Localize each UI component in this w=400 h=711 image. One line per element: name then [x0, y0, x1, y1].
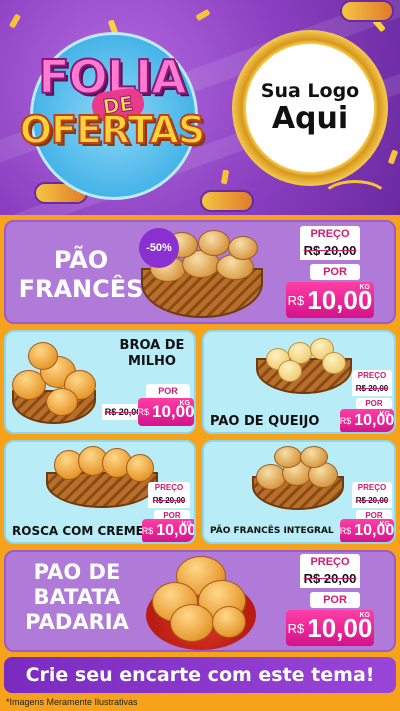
- new-price: R$ 10,00 KG: [286, 282, 374, 318]
- title-ofertas: OFERTAS: [19, 107, 207, 153]
- disclaimer-text: *Imagens Meramente Ilustrativas: [6, 697, 138, 707]
- por-label: POR: [310, 592, 360, 608]
- price-label: PREÇO: [148, 482, 190, 494]
- product-name: PÃO FRANCÊS INTEGRAL: [210, 526, 334, 536]
- por-label: POR: [356, 398, 392, 409]
- unit-kg: KG: [379, 411, 391, 418]
- currency: R$: [137, 407, 149, 417]
- bread-roll: [198, 230, 230, 256]
- old-price: R$ 20,00: [300, 242, 360, 260]
- price-label: PREÇO: [352, 370, 392, 382]
- old-price: R$ 20,00: [352, 382, 392, 396]
- carnival-mask-icon: [200, 190, 254, 212]
- cheese-bread: [322, 352, 346, 374]
- batata-bun: [170, 604, 214, 642]
- discount-badge: -50%: [139, 228, 179, 268]
- por-label: POR: [310, 264, 360, 280]
- unit-kg: KG: [179, 400, 191, 407]
- unit-kg: KG: [181, 521, 193, 528]
- unit-kg: KG: [359, 612, 371, 619]
- broa-bun: [28, 342, 58, 370]
- cta-banner[interactable]: Crie seu encarte com este tema!: [4, 657, 396, 693]
- old-price: R$ 20,00: [352, 494, 392, 508]
- logo-text-line2: Aqui: [271, 101, 349, 136]
- confetti: [8, 13, 22, 29]
- carnival-mask-icon: [340, 0, 394, 22]
- product-name: BROA DE MILHO: [119, 338, 185, 369]
- new-price: R$ 10,00 KG: [141, 519, 194, 542]
- cheese-bread: [278, 360, 302, 382]
- unit-kg: KG: [379, 521, 391, 528]
- streamer: [320, 180, 390, 215]
- product-card-pao-de-queijo[interactable]: PREÇO R$ 20,00 POR PAO DE QUEIJO R$ 10,0…: [202, 330, 396, 434]
- new-price: R$ 10,00 KG: [339, 519, 394, 542]
- old-price: R$ 20,00: [300, 570, 360, 588]
- confetti: [387, 149, 399, 165]
- bread-roll: [228, 236, 258, 260]
- bread-roll: [274, 446, 302, 468]
- product-name: PÃO FRANCÊS: [18, 246, 144, 303]
- unit-kg: KG: [359, 284, 371, 291]
- logo-text-line1: Sua Logo: [260, 80, 360, 102]
- product-card-pao-de-batata[interactable]: PAO DE BATATA PADARIA PREÇO R$ 20,00 POR…: [4, 550, 396, 652]
- product-card-rosca-com-creme[interactable]: PREÇO R$ 20,00 POR ROSCA COM CREME R$ 10…: [4, 440, 196, 544]
- header-banner: FOLIA DE OFERTAS Sua Logo Aqui: [0, 0, 400, 215]
- currency: R$: [287, 292, 305, 308]
- bread-roll: [300, 446, 328, 468]
- old-price: R$ 20,00: [148, 494, 190, 508]
- price-label: PREÇO: [300, 554, 360, 570]
- streamer: [150, 0, 210, 30]
- broa-bun: [46, 388, 78, 416]
- rosca-segment: [126, 454, 154, 482]
- new-price: R$ 10,00 KG: [286, 610, 374, 646]
- currency: R$: [287, 620, 305, 636]
- confetti: [220, 169, 230, 185]
- new-price: R$ 10,00 KG: [339, 409, 394, 432]
- logo-placeholder[interactable]: Sua Logo Aqui: [246, 44, 374, 172]
- product-name: PAO DE QUEIJO: [210, 414, 320, 429]
- batata-bun: [212, 606, 246, 638]
- product-card-pao-frances-integral[interactable]: PREÇO R$ 20,00 POR PÃO FRANCÊS INTEGRAL …: [202, 440, 396, 544]
- product-card-pao-frances[interactable]: PÃO FRANCÊS -50% PREÇO R$ 20,00 POR R$ 1…: [4, 220, 396, 324]
- product-name: PAO DE BATATA PADARIA: [25, 560, 129, 635]
- new-price: R$ 10,00 KG: [137, 398, 194, 426]
- currency: R$: [141, 526, 154, 536]
- product-card-broa-de-milho[interactable]: BROA DE MILHO POR R$ 20,00 R$ 10,00 KG: [4, 330, 196, 434]
- product-name: ROSCA COM CREME: [12, 524, 144, 538]
- bread-roll: [256, 464, 286, 490]
- price-label: PREÇO: [300, 226, 360, 242]
- price-label: PREÇO: [352, 482, 392, 494]
- currency: R$: [339, 416, 352, 426]
- currency: R$: [339, 526, 352, 536]
- por-label: POR: [146, 384, 190, 398]
